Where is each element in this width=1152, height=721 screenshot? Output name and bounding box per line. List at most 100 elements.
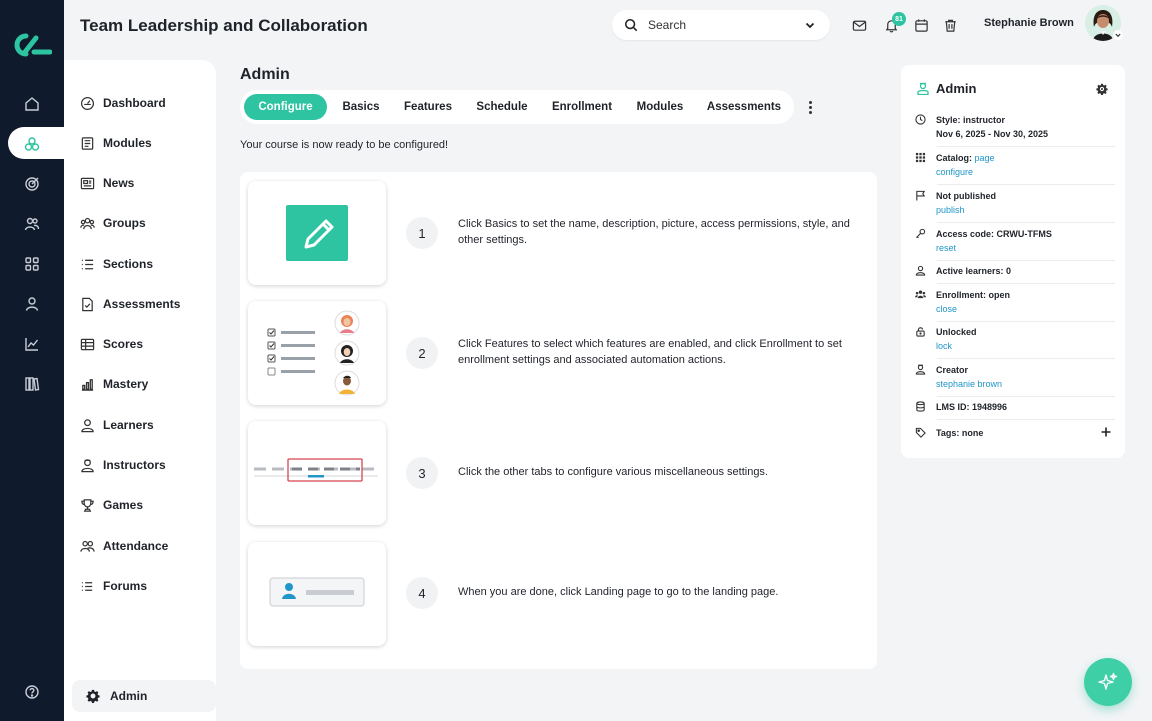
sidebar-item-assessments[interactable]: Assessments [80, 294, 180, 314]
mail-icon[interactable] [850, 16, 868, 34]
admin-user-icon [917, 82, 929, 95]
enrollment-close-link[interactable]: close [936, 302, 1010, 316]
sidebar-item-forums[interactable]: Forums [80, 576, 147, 596]
app-logo[interactable] [12, 30, 52, 60]
lock-link[interactable]: lock [936, 339, 977, 353]
target-icon[interactable] [18, 170, 46, 198]
settings-gear-icon[interactable] [1096, 83, 1108, 95]
tab-configure[interactable]: Configure [244, 94, 327, 120]
calendar-icon[interactable] [912, 16, 930, 34]
chevron-down-icon[interactable] [800, 15, 820, 35]
instructors-icon [81, 458, 94, 472]
home-icon[interactable] [18, 90, 46, 118]
panel-row-enrollment: Enrollment: open close [915, 288, 1115, 322]
ready-message: Your course is now ready to be configure… [240, 139, 449, 151]
key-icon [915, 228, 926, 239]
notification-badge: 81 [892, 12, 906, 26]
tab-schedule[interactable]: Schedule [469, 94, 535, 120]
search-box[interactable]: Search [612, 10, 830, 40]
catalog-page-link[interactable]: page [975, 153, 995, 163]
panel-row-lms: LMS ID: 1948996 [915, 400, 1115, 420]
tag-icon [915, 427, 926, 438]
steps-card: 1 Click Basics to set the name, descript… [240, 172, 877, 669]
gear-icon [86, 689, 100, 703]
attendance-icon [80, 540, 95, 552]
dashboard-icon [80, 96, 95, 110]
modules-rail-icon[interactable] [18, 130, 46, 158]
panel-row-tags: Tags: none [915, 426, 1113, 440]
search-icon [624, 18, 638, 32]
avatar-chevron-icon[interactable] [1113, 30, 1123, 40]
sidebar-item-admin[interactable]: Admin [72, 680, 216, 712]
tab-enrollment[interactable]: Enrollment [545, 94, 619, 120]
sidebar-item-dashboard[interactable]: Dashboard [80, 93, 166, 113]
publish-link[interactable]: publish [936, 203, 996, 217]
catalog-configure-link[interactable]: configure [936, 165, 995, 179]
enrollment-icon [915, 290, 926, 299]
sidebar-item-groups[interactable]: Groups [80, 213, 146, 233]
step-3-text: Click the other tabs to configure variou… [458, 466, 768, 478]
modules-icon [81, 136, 94, 150]
section-heading: Admin [240, 66, 290, 83]
tab-basics[interactable]: Basics [335, 94, 387, 120]
sidebar-item-mastery[interactable]: Mastery [80, 374, 148, 394]
creator-link[interactable]: stephanie brown [936, 377, 1002, 391]
sidebar-item-learners[interactable]: Learners [80, 415, 154, 435]
sidebar-item-instructors[interactable]: Instructors [80, 455, 166, 475]
sidebar-item-sections[interactable]: Sections [80, 254, 153, 274]
flag-icon [916, 190, 926, 201]
step-2-illustration [248, 301, 386, 405]
sections-icon [81, 259, 94, 269]
add-tag-icon[interactable] [1099, 425, 1113, 439]
help-icon[interactable] [18, 678, 46, 706]
lock-icon [916, 327, 925, 337]
mastery-icon [81, 378, 94, 391]
grid-icon[interactable] [18, 250, 46, 278]
step-1-illustration [248, 181, 386, 285]
learner-icon [915, 265, 926, 276]
sidebar-item-news[interactable]: News [80, 173, 134, 193]
panel-title: Admin [936, 81, 977, 96]
user-name[interactable]: Stephanie Brown [984, 17, 1074, 29]
sidebar-item-modules[interactable]: Modules [80, 133, 152, 153]
panel-row-learners: Active learners: 0 [915, 264, 1115, 284]
sparkle-icon [1098, 672, 1118, 690]
sidebar-item-games[interactable]: Games [80, 495, 143, 515]
access-reset-link[interactable]: reset [936, 241, 1052, 255]
step-3-illustration [248, 421, 386, 525]
step-4-number: 4 [406, 577, 438, 609]
admin-tabs: Configure Basics Features Schedule Enrol… [240, 90, 794, 124]
sidebar-item-attendance[interactable]: Attendance [80, 536, 168, 556]
step-4-text: When you are done, click Landing page to… [458, 586, 779, 598]
panel-row-creator: Creator stephanie brown [915, 363, 1115, 397]
panel-row-style: Style: instructor Nov 6, 2025 - Nov 30, 2… [915, 113, 1115, 147]
clock-icon [915, 114, 926, 125]
tab-features[interactable]: Features [397, 94, 459, 120]
games-icon [81, 498, 94, 512]
panel-row-lock: Unlocked lock [915, 325, 1115, 359]
step-4-illustration [248, 542, 386, 646]
sidebar-item-scores[interactable]: Scores [80, 334, 143, 354]
tab-assessments[interactable]: Assessments [701, 94, 787, 120]
more-options-icon[interactable] [803, 99, 817, 115]
creator-icon [915, 364, 926, 375]
ai-assistant-button[interactable] [1084, 658, 1132, 706]
step-1-text: Click Basics to set the name, descriptio… [458, 218, 850, 246]
page-title: Team Leadership and Collaboration [80, 16, 368, 35]
tab-modules[interactable]: Modules [629, 94, 691, 120]
panel-row-catalog: Catalog: page configure [915, 151, 1115, 185]
sidebar: Dashboard Modules News Groups Sections A… [64, 60, 216, 721]
forums-icon [81, 581, 93, 591]
panel-row-publish: Not published publish [915, 189, 1115, 223]
people-icon[interactable] [18, 210, 46, 238]
assessments-icon [82, 297, 93, 311]
learners-icon [81, 418, 94, 432]
admin-panel: Admin Style: instructor Nov 6, 2025 - Nov… [901, 65, 1125, 458]
search-input[interactable]: Search [648, 18, 686, 32]
user-icon[interactable] [18, 290, 46, 318]
groups-icon [80, 217, 95, 229]
analytics-icon[interactable] [18, 330, 46, 358]
panel-row-access: Access code: CRWU-TFMS reset [915, 227, 1115, 261]
library-icon[interactable] [18, 370, 46, 398]
trash-icon[interactable] [941, 16, 959, 34]
